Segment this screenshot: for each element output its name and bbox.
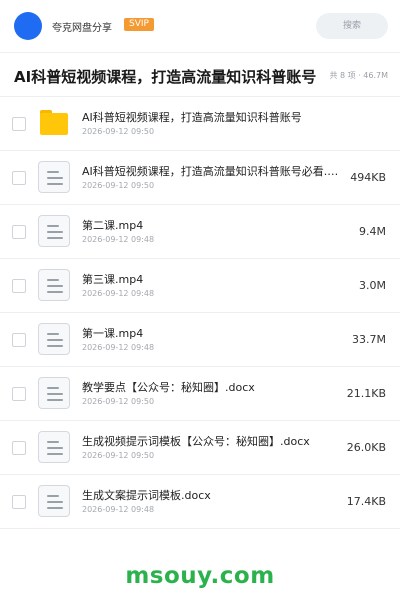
search-input[interactable]: 搜索 [316, 13, 388, 39]
list-item[interactable]: 第二课.mp4 2026-09-12 09:48 9.4M [0, 205, 400, 259]
list-item[interactable]: AI科普短视频课程，打造高流量知识科普账号 2026-09-12 09:50 [0, 97, 400, 151]
checkbox[interactable] [12, 441, 26, 455]
checkbox[interactable] [12, 117, 26, 131]
watermark: msouy.com [125, 563, 275, 589]
checkbox[interactable] [12, 171, 26, 185]
checkbox[interactable] [12, 333, 26, 347]
document-icon [38, 377, 70, 409]
file-date: 2026-09-12 09:50 [82, 397, 155, 406]
file-date: 2026-09-12 09:50 [82, 181, 155, 190]
file-name: 生成文案提示词模板.docx [82, 489, 211, 502]
document-icon [38, 161, 70, 193]
row-divider [0, 528, 400, 529]
file-name: 第三课.mp4 [82, 273, 144, 286]
checkbox[interactable] [12, 279, 26, 293]
document-icon [38, 269, 70, 301]
file-date: 2026-09-12 09:48 [82, 289, 155, 298]
checkbox[interactable] [12, 387, 26, 401]
folder-title: AI科普短视频课程，打造高流量知识科普账号 [14, 68, 317, 86]
file-name: 第二课.mp4 [82, 219, 144, 232]
file-size: 33.7M [352, 333, 386, 346]
file-name: 教学要点【公众号：秘知圈】.docx [82, 381, 255, 394]
file-date: 2026-09-12 09:48 [82, 505, 155, 514]
file-size: 494KB [350, 171, 386, 184]
file-date: 2026-09-12 09:48 [82, 235, 155, 244]
document-icon [38, 485, 70, 517]
checkbox[interactable] [12, 495, 26, 509]
document-icon [38, 323, 70, 355]
list-item[interactable]: 第一课.mp4 2026-09-12 09:48 33.7M [0, 313, 400, 367]
file-name: 生成视频提示词模板【公众号：秘知圈】.docx [82, 435, 310, 448]
document-icon [38, 431, 70, 463]
file-name: AI科普短视频课程，打造高流量知识科普账号必看.p… [82, 165, 344, 178]
folder-icon [38, 107, 70, 139]
list-item[interactable]: 生成视频提示词模板【公众号：秘知圈】.docx 2026-09-12 09:50 2… [0, 421, 400, 475]
list-item[interactable]: 第三课.mp4 2026-09-12 09:48 3.0M [0, 259, 400, 313]
file-size: 17.4KB [346, 495, 386, 508]
file-date: 2026-09-12 09:50 [82, 451, 155, 460]
file-size: 26.0KB [346, 441, 386, 454]
file-date: 2026-09-12 09:48 [82, 343, 155, 352]
document-icon [38, 215, 70, 247]
svip-badge: SVIP [124, 18, 154, 31]
file-date: 2026-09-12 09:50 [82, 127, 155, 136]
file-size: 9.4M [359, 225, 386, 238]
folder-meta: 共 8 项 · 46.7M [329, 71, 388, 80]
file-size: 21.1KB [346, 387, 386, 400]
file-name: 第一课.mp4 [82, 327, 144, 340]
checkbox[interactable] [12, 225, 26, 239]
file-size: 3.0M [359, 279, 386, 292]
file-name: AI科普短视频课程，打造高流量知识科普账号 [82, 111, 302, 124]
list-item[interactable]: 教学要点【公众号：秘知圈】.docx 2026-09-12 09:50 21.1KB [0, 367, 400, 421]
list-item[interactable]: AI科普短视频课程，打造高流量知识科普账号必看.p… 2026-09-12 09:… [0, 151, 400, 205]
app-name: 夸克网盘分享 [52, 23, 112, 34]
list-item[interactable]: 生成文案提示词模板.docx 2026-09-12 09:48 17.4KB [0, 475, 400, 529]
top-bar: 夸克网盘分享 SVIP 搜索 [0, 0, 400, 52]
header-divider [0, 52, 400, 53]
avatar[interactable] [14, 12, 42, 40]
